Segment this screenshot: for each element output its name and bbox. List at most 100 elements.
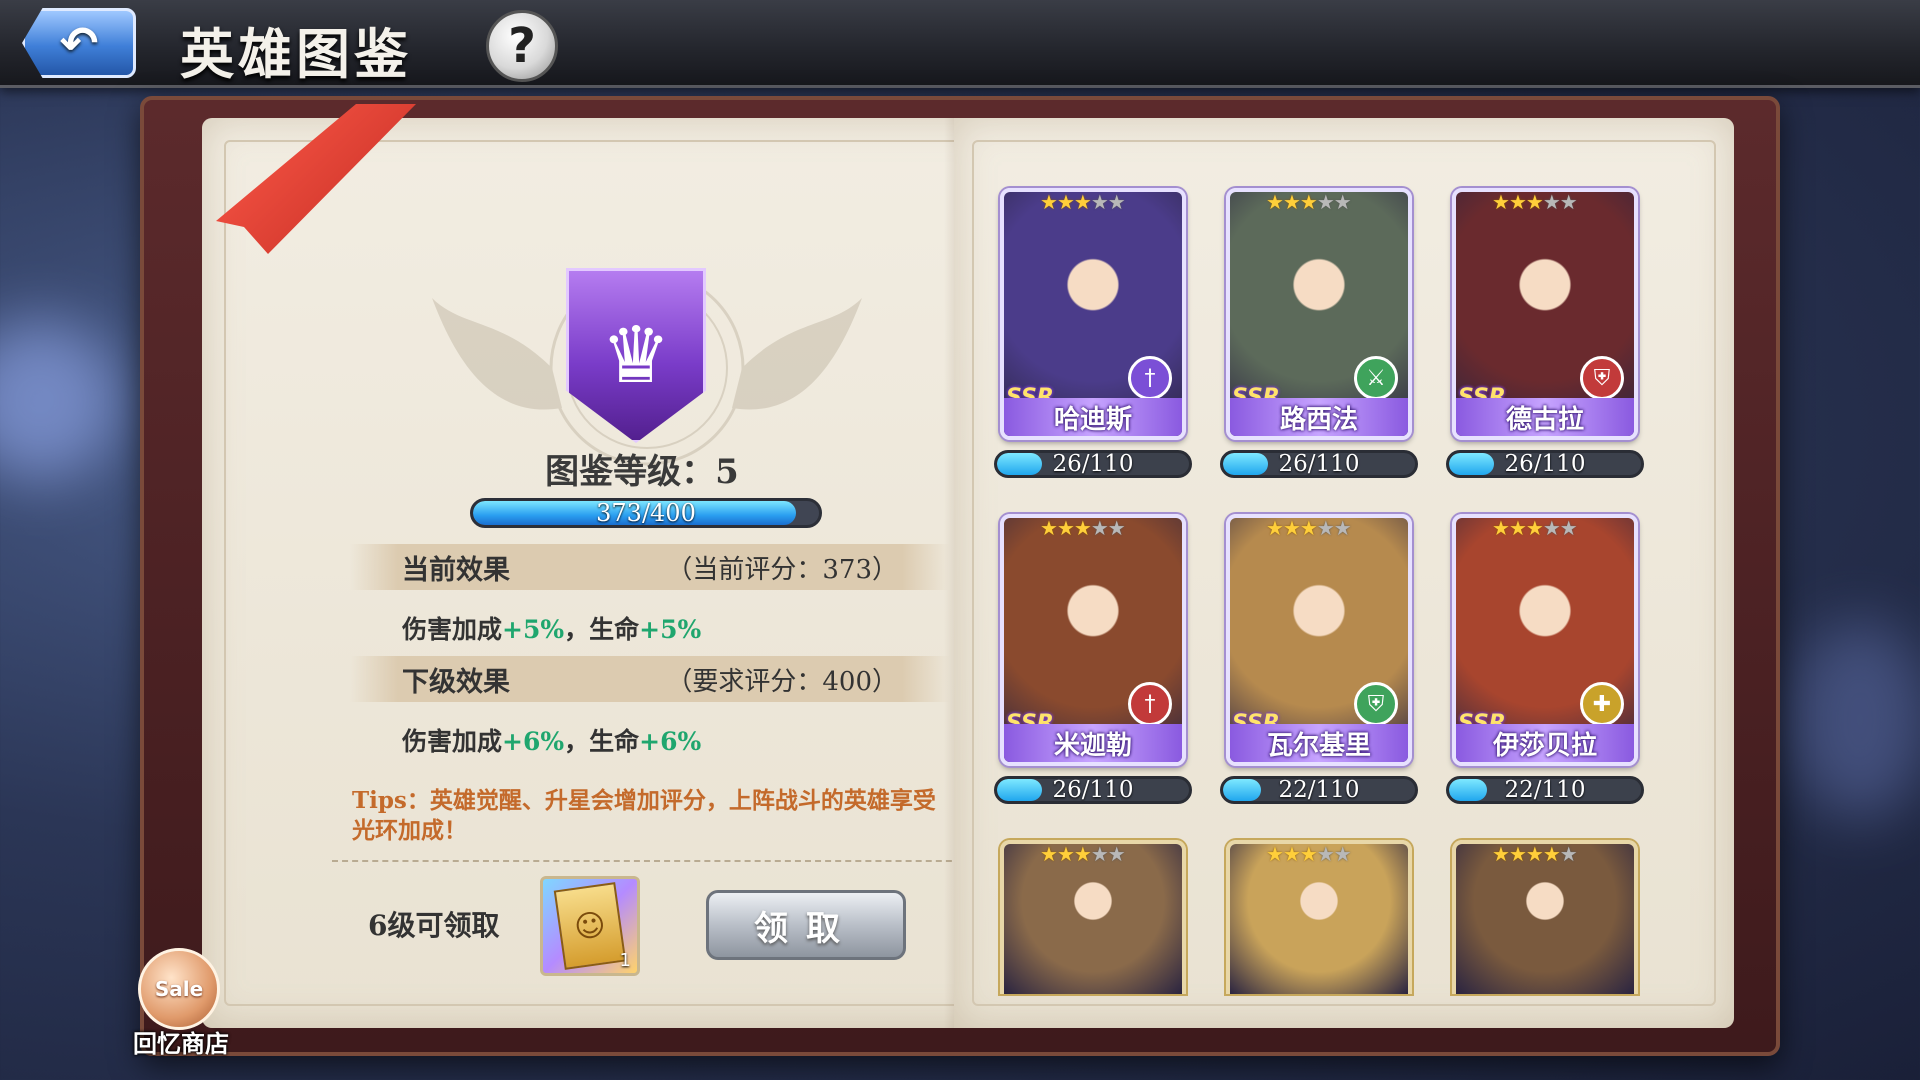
hero-shard-text: 26/110	[1278, 451, 1360, 477]
memory-shop-button[interactable]: Sale 回忆商店	[126, 948, 236, 1058]
star-rating: ★★★★★	[1040, 516, 1126, 540]
codex-book: ♛ 图鉴等级：5 373/400 当前效果 （当前评分：373） 伤害加成+5%…	[140, 96, 1780, 1056]
star-icon: ★	[1107, 190, 1126, 214]
hero-shard-bar: 26/110	[994, 450, 1192, 478]
star-icon: ★	[1492, 190, 1510, 214]
hero-card[interactable]: ★★★★★	[1452, 840, 1638, 994]
star-icon: ★	[1508, 842, 1527, 866]
effect-label: 伤害加成	[402, 615, 503, 644]
right-page: ★★★★★SSR†哈迪斯26/110★★★★★SSR⚔路西法26/110★★★★…	[954, 118, 1734, 1028]
star-rating: ★★★★★	[1266, 842, 1352, 866]
sale-icon: Sale	[138, 948, 220, 1030]
hero-slot[interactable]: ★★★★★SSR⛨德古拉 26/110	[1446, 188, 1644, 478]
star-icon: ★	[1107, 842, 1126, 866]
star-icon: ★	[1282, 842, 1301, 866]
star-icon: ★	[1107, 516, 1126, 540]
star-rating: ★★★★★	[1492, 842, 1578, 866]
memory-shop-label: 回忆商店	[133, 1029, 229, 1058]
hero-card[interactable]: ★★★★★SSR⛨瓦尔基里	[1226, 514, 1412, 766]
hero-card[interactable]: ★★★★★SSR⚔路西法	[1226, 188, 1412, 440]
star-icon: ★	[1492, 842, 1510, 866]
hero-slot[interactable]: ★★★★★SSR†米迦勒 26/110	[994, 514, 1192, 804]
next-effect-text: 伤害加成+6%，生命+6%	[402, 722, 701, 758]
star-icon: ★	[1299, 190, 1318, 214]
shield-icon: ⛨	[1354, 682, 1398, 726]
question-mark-icon: ?	[508, 18, 536, 74]
hero-name: 德古拉	[1456, 398, 1634, 436]
hero-slot[interactable]: ★★★★★	[1000, 840, 1190, 994]
star-icon: ★	[1299, 842, 1318, 866]
hero-slot[interactable]: ★★★★★SSR⚔路西法 26/110	[1220, 188, 1418, 478]
current-score: （当前评分：373）	[666, 554, 898, 585]
tips-text: Tips：英雄觉醒、升星会增加评分，上阵战斗的英雄享受光环加成！	[352, 787, 936, 844]
required-score: （要求评分：400）	[666, 666, 898, 697]
hero-card[interactable]: ★★★★★SSR†哈迪斯	[1000, 188, 1186, 440]
hero-shard-text: 26/110	[1504, 451, 1586, 477]
star-icon: ★	[1525, 842, 1544, 866]
hero-slot[interactable]: ★★★★★SSR†哈迪斯 26/110	[994, 188, 1192, 478]
star-icon: ★	[1282, 190, 1301, 214]
hero-slot[interactable]: ★★★★★SSR✚伊莎贝拉 22/110	[1446, 514, 1644, 804]
star-icon: ★	[1542, 842, 1561, 866]
claim-button[interactable]: 领取	[706, 890, 906, 960]
codex-level: 图鉴等级：5	[545, 452, 739, 492]
hero-portrait	[1456, 844, 1634, 994]
star-rating: ★★★★★	[1040, 842, 1126, 866]
effect-separator: ，生命	[564, 615, 640, 644]
reward-label: 6级可领取	[368, 909, 500, 942]
star-icon: ★	[1508, 516, 1527, 540]
star-icon: ★	[1073, 190, 1092, 214]
damage-bonus-value: +6%	[502, 727, 565, 756]
hero-shard-bar: 26/110	[1220, 450, 1418, 478]
reward-count: 1	[619, 950, 631, 971]
background-glow	[1790, 620, 1920, 820]
crown-wings-icon: ♛	[601, 310, 671, 401]
star-rating: ★★★★★	[1266, 190, 1352, 214]
left-page: ♛ 图鉴等级：5 373/400 当前效果 （当前评分：373） 伤害加成+5%…	[202, 118, 1006, 1028]
hero-shard-bar: 22/110	[1446, 776, 1644, 804]
hero-slot[interactable]: ★★★★★	[1226, 840, 1416, 994]
star-icon: ★	[1333, 516, 1352, 540]
current-effect-title: 当前效果	[402, 554, 510, 586]
sale-icon-text: Sale	[154, 977, 204, 1001]
effect-separator: ，生命	[564, 727, 640, 756]
sword-icon: †	[1128, 682, 1172, 726]
hero-slot[interactable]: ★★★★★SSR⛨瓦尔基里 22/110	[1220, 514, 1418, 804]
hero-shard-text: 22/110	[1278, 777, 1360, 803]
back-arrow-icon: ↶	[59, 16, 99, 70]
star-icon: ★	[1266, 516, 1284, 540]
star-icon: ★	[1559, 190, 1578, 214]
hero-card[interactable]: ★★★★★	[1226, 840, 1412, 994]
hero-shard-text: 26/110	[1052, 451, 1134, 477]
star-icon: ★	[1316, 516, 1335, 540]
hero-card[interactable]: ★★★★★SSR†米迦勒	[1000, 514, 1186, 766]
top-bar: ↶ 英雄图鉴 ?	[0, 0, 1920, 88]
back-button[interactable]: ↶	[22, 8, 136, 78]
star-rating: ★★★★★	[1040, 190, 1126, 214]
star-icon: ★	[1056, 190, 1075, 214]
cross-icon: ✚	[1580, 682, 1624, 726]
star-icon: ★	[1525, 190, 1544, 214]
hero-slot[interactable]: ★★★★★	[1452, 840, 1642, 994]
star-icon: ★	[1316, 190, 1335, 214]
star-icon: ★	[1073, 516, 1092, 540]
star-icon: ★	[1333, 842, 1352, 866]
star-icon: ★	[1316, 842, 1335, 866]
reward-item[interactable]: ☺ 1	[540, 876, 640, 976]
hero-name: 伊莎贝拉	[1456, 724, 1634, 762]
star-icon: ★	[1073, 842, 1092, 866]
current-effect-text: 伤害加成+5%，生命+5%	[402, 610, 701, 646]
hero-card-item-icon: ☺	[553, 882, 627, 970]
hero-shard-text: 22/110	[1504, 777, 1586, 803]
hero-name: 瓦尔基里	[1230, 724, 1408, 762]
hero-card[interactable]: ★★★★★	[1000, 840, 1186, 994]
star-icon: ★	[1056, 516, 1075, 540]
hero-card[interactable]: ★★★★★SSR⛨德古拉	[1452, 188, 1638, 440]
star-icon: ★	[1525, 516, 1544, 540]
shield-icon: ⛨	[1580, 356, 1624, 400]
star-icon: ★	[1299, 516, 1318, 540]
current-effect-banner: 当前效果 （当前评分：373）	[350, 544, 950, 590]
hero-shard-bar: 26/110	[994, 776, 1192, 804]
hero-card[interactable]: ★★★★★SSR✚伊莎贝拉	[1452, 514, 1638, 766]
help-button[interactable]: ?	[486, 10, 558, 82]
